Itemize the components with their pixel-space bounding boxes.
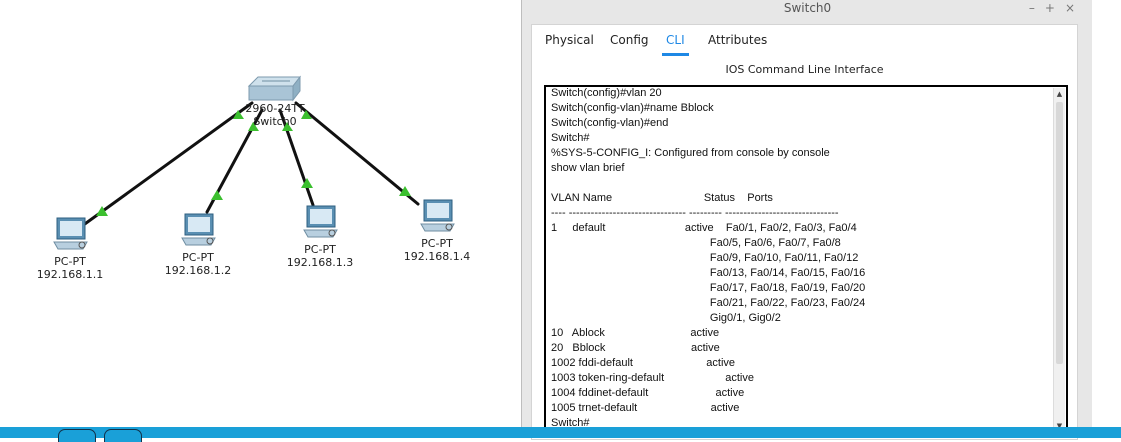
cli-line: Fa0/13, Fa0/14, Fa0/15, Fa0/16 bbox=[551, 267, 866, 279]
link-pc0 bbox=[80, 101, 254, 228]
pc-type-label: PC-PT bbox=[182, 251, 214, 264]
close-button[interactable]: × bbox=[1065, 1, 1085, 15]
tab-attributes[interactable]: Attributes bbox=[708, 33, 767, 47]
pc-device[interactable]: PC-PT 192.168.1.3 bbox=[280, 204, 360, 269]
switch-model-label: 2960-24TT bbox=[245, 102, 305, 115]
tab-cli[interactable]: CLI bbox=[662, 33, 689, 56]
pc-ip-label: 192.168.1.4 bbox=[403, 250, 471, 263]
cli-line: Fa0/9, Fa0/10, Fa0/11, Fa0/12 bbox=[551, 252, 859, 264]
cli-line: ---- -------------------------------- --… bbox=[551, 207, 839, 219]
pc-device[interactable]: PC-PT 192.168.1.4 bbox=[397, 198, 477, 263]
switch-device[interactable]: 2960-24TT Switch0 bbox=[240, 102, 310, 128]
console-scrollbar[interactable]: ▲ ▼ bbox=[1053, 88, 1065, 433]
cli-line: Switch(config-vlan)#name Bblock bbox=[551, 102, 714, 114]
pc-type-label: PC-PT bbox=[421, 237, 453, 250]
pc-device[interactable]: PC-PT 192.168.1.2 bbox=[158, 212, 238, 277]
pc-ip-label: 192.168.1.2 bbox=[164, 264, 232, 277]
cli-line: Switch# bbox=[551, 132, 590, 144]
cli-line: Gig0/1, Gig0/2 bbox=[551, 312, 781, 324]
pc-ip-label: 192.168.1.1 bbox=[36, 268, 104, 281]
pc-icon bbox=[420, 199, 455, 232]
pc-icon bbox=[303, 205, 338, 238]
tab-cli-label: CLI bbox=[666, 33, 685, 47]
cli-line: Fa0/5, Fa0/6, Fa0/7, Fa0/8 bbox=[551, 237, 841, 249]
cli-line bbox=[551, 176, 1046, 191]
tab-config[interactable]: Config bbox=[610, 33, 649, 47]
scrollbar-thumb[interactable] bbox=[1056, 102, 1063, 364]
link-light-icon bbox=[211, 190, 223, 200]
cli-line: 1002 fddi-default active bbox=[551, 357, 736, 369]
topology-workspace[interactable]: 2960-24TT Switch0 PC-PT 192.168.1.1 PC-P… bbox=[0, 0, 521, 438]
cli-console[interactable]: Switch(config)#vlan 20 Switch(config-vlan… bbox=[544, 85, 1068, 438]
cli-output[interactable]: Switch(config)#vlan 20 Switch(config-vlan… bbox=[551, 87, 1046, 431]
cli-line: 1005 trnet-default active bbox=[551, 402, 740, 414]
window-title: Switch0 bbox=[783, 1, 832, 15]
link-pc3 bbox=[294, 101, 420, 206]
active-tab-indicator bbox=[662, 53, 689, 56]
pc-icon bbox=[53, 217, 88, 250]
cli-line: show vlan brief bbox=[551, 162, 625, 174]
pc-icon bbox=[181, 213, 216, 246]
cli-line: Fa0/21, Fa0/22, Fa0/23, Fa0/24 bbox=[551, 297, 866, 309]
cli-line: 1004 fddinet-default active bbox=[551, 387, 745, 399]
window-titlebar[interactable]: Switch0 –+× bbox=[522, 0, 1093, 16]
bottom-toolbar bbox=[0, 427, 1121, 442]
maximize-button[interactable]: + bbox=[1045, 1, 1065, 15]
window-body: Physical Config CLI Attributes IOS Comma… bbox=[531, 24, 1078, 440]
pc-type-label: PC-PT bbox=[304, 243, 336, 256]
switch-icon bbox=[247, 75, 302, 102]
tab-physical[interactable]: Physical bbox=[545, 33, 594, 47]
minimize-button[interactable]: – bbox=[1029, 1, 1045, 15]
cli-line: Fa0/17, Fa0/18, Fa0/19, Fa0/20 bbox=[551, 282, 866, 294]
cli-line: VLAN Name Status Ports bbox=[551, 192, 773, 204]
cli-line: %SYS-5-CONFIG_I: Configured from console… bbox=[551, 147, 830, 159]
cli-line: 20 Bblock active bbox=[551, 342, 720, 354]
cli-line: 1003 token-ring-default active bbox=[551, 372, 754, 384]
pc-device[interactable]: PC-PT 192.168.1.1 bbox=[30, 216, 110, 281]
cli-line: Switch(config)#vlan 20 bbox=[551, 87, 662, 99]
pc-ip-label: 192.168.1.3 bbox=[286, 256, 354, 269]
switch-name-label: Switch0 bbox=[253, 115, 297, 128]
cli-header: IOS Command Line Interface bbox=[725, 63, 884, 76]
workspace-right-edge bbox=[1092, 0, 1121, 427]
device-window[interactable]: Switch0 –+× Physical Config CLI Attribut… bbox=[521, 0, 1093, 440]
cli-line: 1 default active Fa0/1, Fa0/2, Fa0/3, Fa… bbox=[551, 222, 857, 234]
cli-line: 10 Ablock active bbox=[551, 327, 720, 339]
cli-line: Switch(config-vlan)#end bbox=[551, 117, 669, 129]
pc-type-label: PC-PT bbox=[54, 255, 86, 268]
toolbar-button[interactable] bbox=[58, 429, 96, 442]
toolbar-button[interactable] bbox=[104, 429, 142, 442]
scroll-up-icon[interactable]: ▲ bbox=[1055, 90, 1064, 99]
